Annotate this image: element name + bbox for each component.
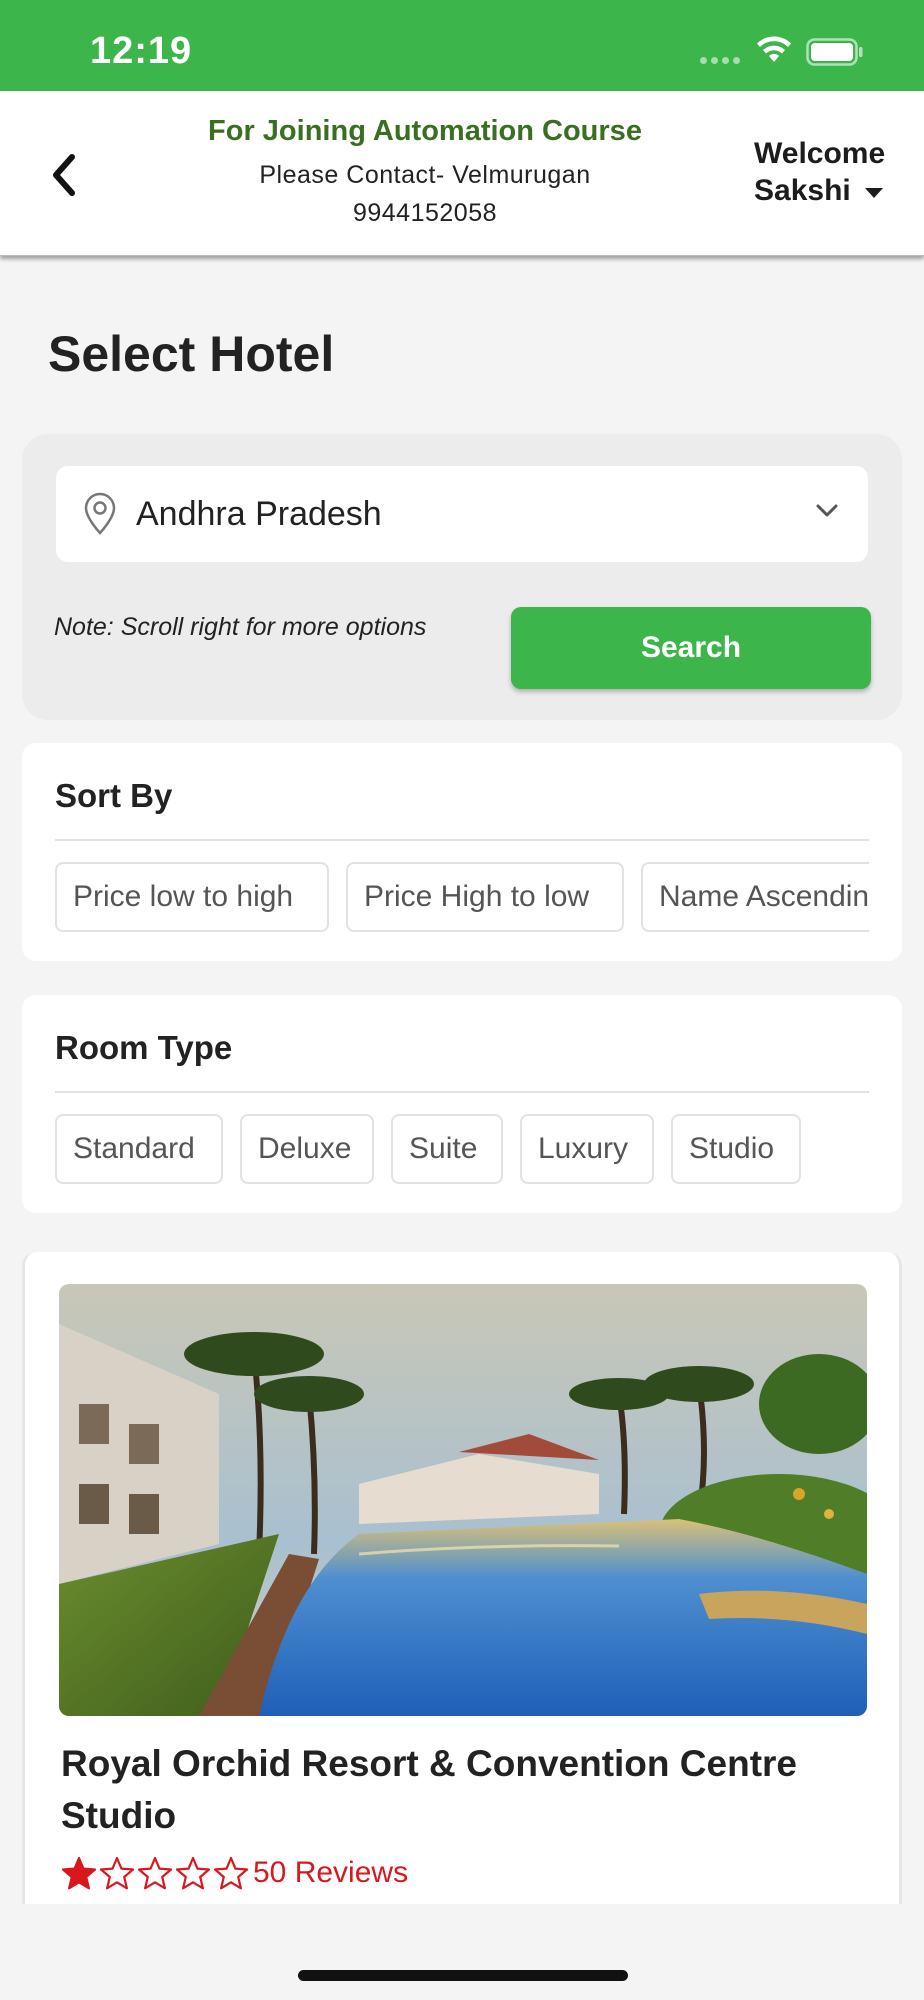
sort-chip-price-low-high[interactable]: Price low to high: [55, 862, 329, 932]
wifi-icon: [757, 36, 791, 62]
room-chip-studio[interactable]: Studio: [671, 1114, 801, 1184]
location-select[interactable]: Andhra Pradesh: [56, 466, 868, 562]
course-banner: For Joining Automation Course Please Con…: [150, 115, 700, 232]
search-panel: Andhra Pradesh Note: Scroll right for mo…: [22, 434, 902, 720]
room-type-heading: Room Type: [55, 1029, 233, 1066]
scroll-note: Note: Scroll right for more options: [54, 613, 427, 641]
divider: [55, 839, 869, 841]
back-button[interactable]: [44, 147, 84, 203]
course-title: For Joining Automation Course: [208, 115, 642, 147]
sort-chip-name-ascending[interactable]: Name Ascending: [641, 862, 869, 932]
cellular-dots-icon: [700, 57, 740, 64]
contact-line: Please Contact- Velmurugan: [259, 161, 591, 189]
map-pin-icon: [84, 492, 116, 535]
location-value: Andhra Pradesh: [136, 494, 382, 533]
room-chip-standard[interactable]: Standard: [55, 1114, 223, 1184]
chevron-left-icon: [53, 154, 75, 196]
room-chip-suite[interactable]: Suite: [391, 1114, 503, 1184]
room-chip-luxury[interactable]: Luxury: [520, 1114, 654, 1184]
search-button[interactable]: Search: [511, 607, 871, 689]
star-outline-icon: [175, 1856, 211, 1890]
welcome-label: Welcome: [754, 137, 886, 170]
room-chip-deluxe[interactable]: Deluxe: [240, 1114, 374, 1184]
sort-chip-price-high-low[interactable]: Price High to low: [346, 862, 624, 932]
hotel-card[interactable]: Royal Orchid Resort & Convention Centre …: [22, 1252, 902, 1904]
home-indicator: [298, 1970, 628, 1981]
star-outline-icon: [99, 1856, 135, 1890]
sort-options-scroller[interactable]: Price low to high Price High to low Name…: [55, 862, 869, 934]
chevron-down-icon: [816, 504, 838, 517]
page-title: Select Hotel: [48, 326, 335, 382]
user-menu[interactable]: Welcome Sakshi: [754, 135, 914, 209]
rating-row: 50 Reviews: [61, 1856, 408, 1890]
sort-by-heading: Sort By: [55, 777, 173, 814]
divider: [55, 1091, 869, 1093]
star-outline-icon: [213, 1856, 249, 1890]
status-time: 12:19: [90, 30, 193, 72]
status-bar: 12:19: [0, 0, 924, 91]
room-type-card: Room Type Standard Deluxe Suite Luxury S…: [22, 995, 902, 1213]
contact-phone: 9944152058: [352, 199, 498, 227]
hotel-name[interactable]: Royal Orchid Resort & Convention Centre …: [61, 1738, 871, 1842]
room-type-scroller[interactable]: Standard Deluxe Suite Luxury Studio: [55, 1114, 869, 1186]
reviews-link[interactable]: 50 Reviews: [253, 1856, 408, 1890]
resort-pool-image: [59, 1284, 867, 1716]
user-name: Sakshi: [754, 174, 851, 207]
sort-by-card: Sort By Price low to high Price High to …: [22, 743, 902, 961]
caret-down-icon: [864, 187, 883, 198]
star-rating: [61, 1856, 251, 1890]
app-header: For Joining Automation Course Please Con…: [0, 91, 924, 256]
hotel-photo[interactable]: [59, 1284, 867, 1716]
star-outline-icon: [137, 1856, 173, 1890]
star-filled-icon: [61, 1856, 97, 1890]
battery-icon: [806, 38, 863, 66]
